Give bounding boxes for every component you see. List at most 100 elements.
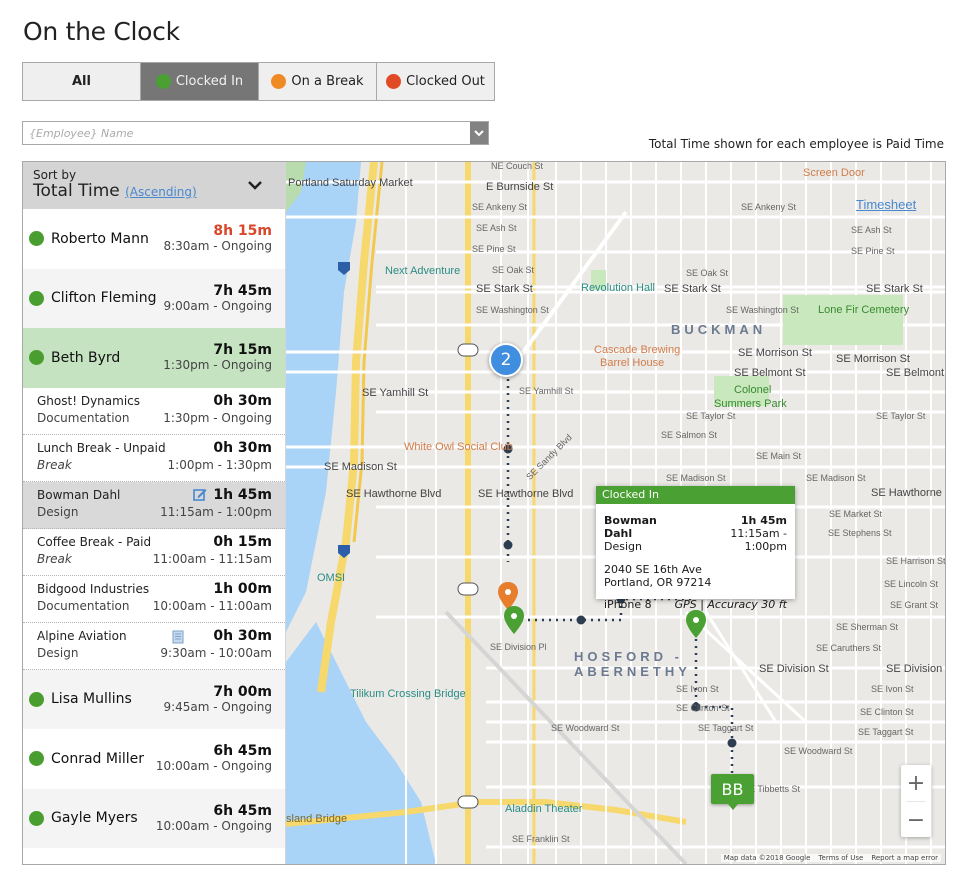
map-label: E Burnside St — [486, 181, 554, 193]
map-label: SE Oak St — [686, 268, 729, 278]
entry-title: Lunch Break - Unpaid — [37, 440, 166, 455]
map-attribution: Map data ©2018 Google Terms of Use Repor… — [720, 854, 941, 862]
time-entry-row[interactable]: Alpine Aviation Design 0h 30m 9:30am - 1… — [23, 622, 285, 670]
entry-category: Break — [37, 457, 72, 472]
employee-name: Clifton Fleming — [51, 290, 157, 307]
employee-row[interactable]: Gayle Myers 6h 45m 10:00am - Ongoing — [23, 788, 285, 848]
map-poi-label[interactable]: Summers Park — [714, 398, 787, 410]
info-card-address-line2: Portland, OR 97214 — [604, 576, 712, 589]
employee-row[interactable]: Lisa Mullins 7h 00m 9:45am - Ongoing — [23, 669, 285, 729]
time-entry-row-selected[interactable]: Bowman Dahl Design 1h 45m 11:15am - 1:00… — [23, 481, 285, 529]
page-title: On the Clock — [23, 17, 180, 46]
map-label: SE Oak St — [492, 265, 535, 275]
chevron-down-icon — [474, 129, 484, 136]
status-dot-icon — [29, 231, 44, 247]
info-card-gps: GPS | Accuracy 30 ft — [674, 598, 787, 611]
sort-header[interactable]: Sort by Total Time (Ascending) — [23, 162, 285, 209]
info-card-task: Design — [604, 540, 642, 553]
chevron-down-icon[interactable] — [247, 180, 263, 190]
map-poi-label[interactable]: Colonel — [734, 384, 771, 396]
map-poi-label[interactable]: White Owl Social Club — [404, 441, 513, 453]
entry-title: Alpine Aviation — [37, 628, 127, 643]
entry-duration: 0h 30m — [213, 392, 272, 409]
employee-select-dropdown-button[interactable] — [470, 122, 488, 144]
entry-category: Design — [37, 645, 79, 660]
note-icon[interactable] — [171, 630, 185, 644]
employee-row[interactable]: Roberto Mann 8h 15m 8:30am - Ongoing — [23, 209, 285, 269]
zoom-out-button[interactable]: − — [901, 802, 931, 838]
time-entry-row[interactable]: Bidgood Industries Documentation 1h 00m … — [23, 575, 285, 623]
map-label: SE Main St — [756, 451, 802, 461]
sort-direction-link[interactable]: (Ascending) — [125, 185, 197, 199]
map-poi-label[interactable]: Barrel House — [600, 357, 664, 369]
cluster-marker[interactable]: 2 — [489, 343, 523, 377]
info-card-client: Bowman Dahl — [604, 514, 657, 540]
employee-time-range: 10:00am - Ongoing — [155, 759, 272, 774]
time-entry-row[interactable]: Lunch Break - Unpaid Break 0h 30m 1:00pm… — [23, 434, 285, 482]
employee-time-range: 8:30am - Ongoing — [163, 239, 272, 254]
employee-name-select[interactable] — [22, 121, 489, 145]
info-card-device: iPhone 8 — [604, 598, 652, 611]
employee-total-time: 6h 45m — [213, 802, 272, 819]
map-label: SE Madison St — [324, 461, 397, 473]
employee-initials-marker[interactable]: BB — [711, 774, 754, 810]
map-label: SE Hawthorne Blvd — [346, 488, 442, 500]
status-dot-icon — [29, 751, 44, 767]
report-map-error-link[interactable]: Report a map error — [871, 854, 938, 862]
map-poi-label[interactable]: Next Adventure — [385, 265, 460, 277]
map-poi-label[interactable]: Cascade Brewing — [594, 344, 680, 356]
map-label: SE Taggart St — [698, 723, 754, 733]
tab-clocked-in[interactable]: Clocked In — [141, 63, 259, 100]
employee-time-range: 10:00am - Ongoing — [155, 818, 272, 833]
map-label: SE Franklin St — [512, 834, 570, 844]
map-poi-label[interactable]: Revolution Hall — [581, 282, 655, 294]
edit-icon[interactable] — [193, 488, 207, 502]
entry-duration: 0h 15m — [213, 533, 272, 550]
timesheet-link[interactable]: Timesheet — [856, 197, 916, 212]
time-entry-row[interactable]: Coffee Break - Paid Break 0h 15m 11:00am… — [23, 528, 285, 576]
tab-all[interactable]: All — [23, 63, 141, 100]
location-info-card: Clocked In Bowman Dahl Design 1h 45m 11:… — [596, 486, 795, 611]
employee-total-time: 7h 00m — [213, 683, 272, 700]
time-entry-row[interactable]: Ghost! Dynamics Documentation 0h 30m 1:3… — [23, 387, 285, 435]
entry-title: Coffee Break - Paid — [37, 534, 152, 549]
employee-name: Conrad Miller — [51, 750, 145, 767]
entry-category: Documentation — [37, 598, 130, 613]
employee-name: Roberto Mann — [51, 230, 149, 247]
map-label: NE Couch St — [491, 162, 544, 171]
tab-on-a-break[interactable]: On a Break — [259, 63, 377, 100]
employee-total-time: 6h 45m — [213, 743, 272, 760]
map-label: SE Harrison St — [886, 556, 945, 566]
employee-name-input[interactable] — [23, 122, 463, 145]
tab-all-label: All — [72, 74, 91, 89]
map-label: SE Pine St — [851, 246, 895, 256]
map-label: SE Ash St — [476, 223, 517, 233]
entry-category: Design — [37, 504, 79, 519]
map-poi-label[interactable]: OMSI — [317, 572, 345, 584]
map-label: Portland Saturday Market — [288, 177, 413, 189]
tab-clocked-out[interactable]: Clocked Out — [377, 63, 494, 100]
employee-time-range: 9:00am - Ongoing — [163, 298, 272, 313]
employee-row-selected[interactable]: Beth Byrd 7h 15m 1:30pm - Ongoing — [23, 328, 285, 388]
map-label: SE Woodward St — [551, 723, 620, 733]
tab-clocked-in-label: Clocked In — [175, 74, 244, 89]
employee-row[interactable]: Clifton Fleming 7h 45m 9:00am - Ongoing — [23, 268, 285, 328]
terms-of-use-link[interactable]: Terms of Use — [818, 854, 863, 862]
clock-panel: Sort by Total Time (Ascending) Roberto M… — [22, 161, 946, 865]
employee-row[interactable]: Conrad Miller 6h 45m 10:00am - Ongoing — [23, 729, 285, 789]
map-label: SE Division St — [759, 663, 829, 675]
map-view[interactable]: Portland Saturday Market NE Couch St E B… — [286, 162, 945, 864]
entry-time-range: 1:00pm - 1:30pm — [167, 457, 272, 472]
map-poi-label[interactable]: Screen Door — [803, 167, 865, 179]
map-label: SE Yamhill St — [519, 386, 574, 396]
tab-clocked-out-label: Clocked Out — [406, 74, 485, 89]
map-label: SE Hawthorne Blvd — [871, 487, 945, 499]
zoom-in-button[interactable]: + — [901, 765, 931, 801]
map-label: SE Stark St — [476, 283, 533, 295]
map-poi-label[interactable]: Lone Fir Cemetery — [818, 304, 909, 316]
map-poi-label[interactable]: Tilikum Crossing Bridge — [350, 688, 466, 700]
status-dot-icon — [29, 810, 44, 826]
map-label: SE Washington St — [476, 305, 549, 315]
map-poi-label[interactable]: Aladdin Theater — [505, 803, 582, 815]
map-label: SE Division Pl — [490, 642, 547, 652]
